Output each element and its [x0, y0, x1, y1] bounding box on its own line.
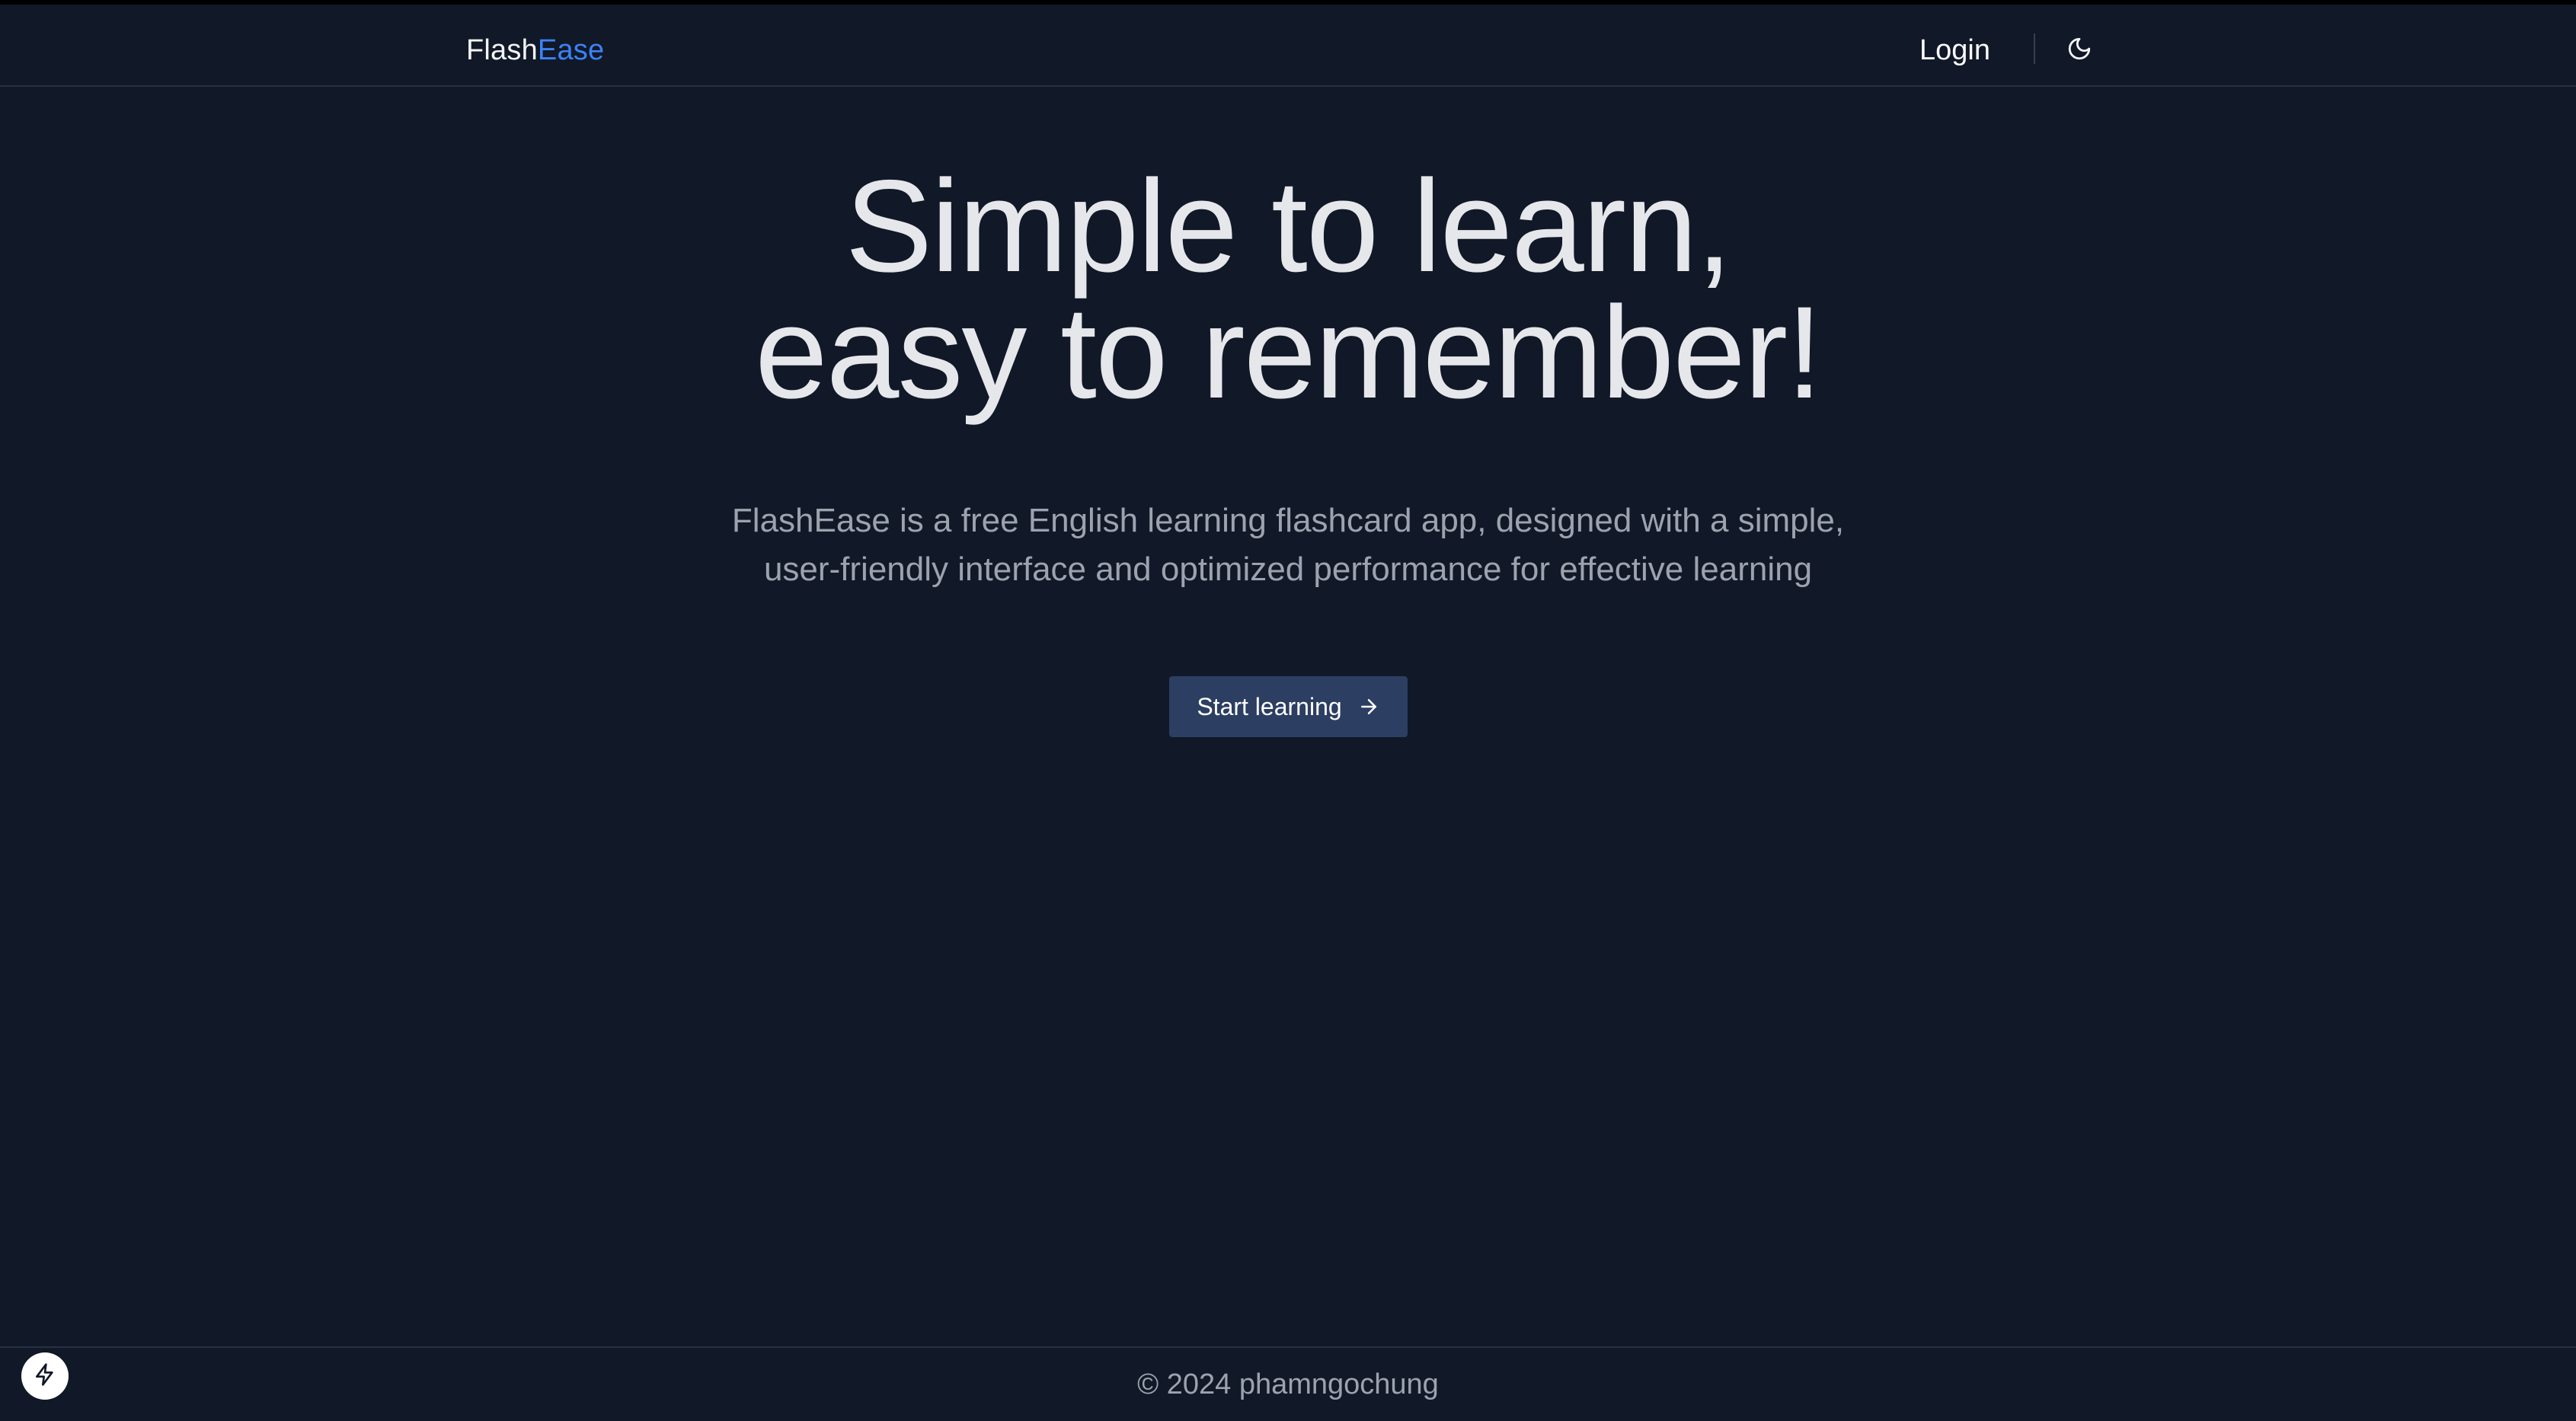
logo-suffix: Ease — [537, 34, 605, 66]
site-footer: © 2024 phamngochung — [0, 1346, 2576, 1421]
start-learning-label: Start learning — [1197, 692, 1342, 720]
dev-tools-badge[interactable] — [21, 1352, 69, 1400]
site-header: FlashEase Login — [0, 5, 2576, 87]
hero-title: Simple to learn, easy to remember! — [0, 153, 2576, 426]
hero-title-line1: Simple to learn, — [845, 153, 1732, 299]
hero-subtitle: FlashEase is a free English learning fla… — [0, 497, 2576, 594]
hero-title-line2: easy to remember! — [755, 279, 1823, 426]
lightning-icon — [33, 1362, 57, 1391]
copyright-text: © 2024 phamngochung — [1137, 1368, 1439, 1400]
moon-icon — [2066, 36, 2092, 65]
landing-page: FlashEase Login Simple to learn, easy to… — [0, 0, 2576, 1421]
arrow-right-icon — [1357, 695, 1380, 718]
logo-link[interactable]: FlashEase — [466, 26, 604, 75]
hero-subtitle-line1: FlashEase is a free English learning fla… — [731, 502, 1845, 539]
start-learning-button[interactable]: Start learning — [1169, 676, 1408, 737]
header-divider — [2034, 34, 2035, 64]
login-link[interactable]: Login — [1919, 26, 1990, 75]
hero-subtitle-line2: user-friendly interface and optimized pe… — [763, 551, 1813, 588]
theme-toggle-button[interactable] — [2061, 32, 2098, 69]
logo-prefix: Flash — [466, 34, 538, 66]
